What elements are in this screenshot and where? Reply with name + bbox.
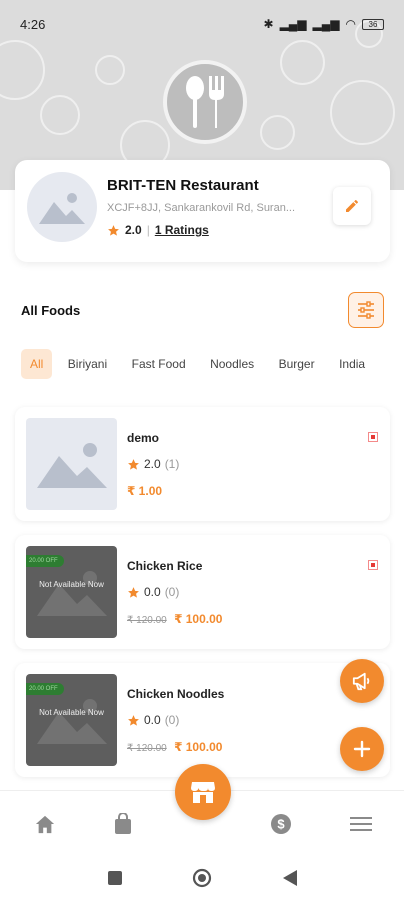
restaurant-card: BRIT-TEN Restaurant XCJF+8JJ, Sankaranko… (15, 160, 390, 262)
bag-icon (115, 813, 131, 834)
megaphone-icon (352, 672, 370, 691)
food-card[interactable]: demo 2.0 (1) ₹ 1.00 (15, 407, 390, 521)
wifi-icon: ◠ (345, 17, 356, 31)
star-icon (128, 586, 139, 598)
discount-badge: 20.00 OFF (26, 555, 64, 567)
battery-icon: 36 (362, 18, 384, 30)
availability-label: Not Available Now (39, 708, 104, 717)
discount-badge: 20.00 OFF (26, 683, 64, 695)
food-image-unavailable: 20.00 OFF Not Available Now (26, 546, 117, 638)
food-rating-value: 0.0 (144, 713, 161, 727)
rating-value: 2.0 (125, 223, 142, 237)
pencil-icon (346, 200, 358, 212)
plus-icon (353, 740, 371, 758)
food-name: demo (127, 431, 160, 445)
status-time: 4:26 (20, 16, 46, 32)
category-tab-noodles[interactable]: Noodles (201, 349, 263, 379)
price-value: ₹ 100.00 (174, 740, 223, 754)
nav-store-button[interactable] (175, 764, 231, 820)
image-placeholder-icon (39, 193, 85, 224)
restaurant-name: BRIT-TEN Restaurant (107, 177, 259, 194)
food-card[interactable]: 20.00 OFF Not Available Now Chicken Nood… (15, 663, 390, 777)
price-value: ₹ 1.00 (127, 484, 163, 498)
nav-wallet[interactable]: $ (268, 811, 294, 837)
food-rating: 0.0 (0) (127, 713, 179, 727)
food-rating-count: (1) (164, 457, 180, 471)
filter-button[interactable] (348, 292, 384, 328)
spoon-fork-icon (186, 76, 224, 128)
food-price: ₹ 120.00 ₹ 100.00 (127, 740, 222, 754)
edit-restaurant-button[interactable] (333, 187, 371, 225)
system-navigation-bar (0, 855, 404, 900)
category-tab-burger[interactable]: Burger (270, 349, 324, 379)
home-button[interactable] (191, 867, 213, 889)
category-tabs: All Biriyani Fast Food Noodles Burger In… (21, 349, 404, 379)
nav-menu[interactable] (348, 811, 374, 837)
food-card[interactable]: 20.00 OFF Not Available Now Chicken Rice… (15, 535, 390, 649)
nav-orders[interactable] (110, 811, 136, 837)
food-rating: 0.0 (0) (127, 585, 179, 599)
square-icon (108, 871, 122, 885)
home-icon (35, 815, 55, 834)
food-price: ₹ 120.00 ₹ 100.00 (127, 612, 222, 626)
image-placeholder-icon (36, 571, 107, 616)
signal-icon: ▂▄▆ (312, 17, 340, 31)
ratings-count-link[interactable]: 1 Ratings (155, 223, 209, 237)
restaurant-image-placeholder (27, 172, 97, 242)
food-price: ₹ 1.00 (127, 484, 162, 498)
bluetooth-icon: ✱ (263, 17, 274, 31)
category-tab-india[interactable]: India (330, 349, 374, 379)
sliders-icon (358, 301, 374, 319)
category-tab-fast-food[interactable]: Fast Food (123, 349, 195, 379)
price-value: ₹ 100.00 (174, 612, 223, 626)
star-icon (128, 458, 139, 470)
signal-icon: ▂▄▆ (279, 17, 307, 31)
category-tab-all[interactable]: All (21, 349, 53, 379)
non-veg-mark-icon (368, 560, 378, 570)
food-image-unavailable: 20.00 OFF Not Available Now (26, 674, 117, 766)
status-bar: 4:26 ✱ ▂▄▆ ▂▄▆ ◠ 36 (0, 0, 404, 48)
dollar-icon: $ (271, 814, 291, 834)
restaurant-rating: 2.0 | 1 Ratings (107, 223, 209, 237)
restaurant-address: XCJF+8JJ, Sankarankovil Rd, Suran... (107, 202, 295, 214)
food-image-placeholder (26, 418, 117, 510)
star-icon (108, 224, 119, 236)
food-rating-value: 0.0 (144, 585, 161, 599)
store-icon (191, 782, 215, 803)
food-rating-count: (0) (164, 713, 180, 727)
nav-home[interactable] (32, 811, 58, 837)
circle-icon (192, 868, 212, 888)
back-button[interactable] (279, 867, 301, 889)
menu-icon (350, 817, 372, 831)
image-placeholder-icon (36, 699, 107, 744)
image-placeholder-icon (36, 443, 107, 488)
star-icon (128, 714, 139, 726)
food-rating: 2.0 (1) (127, 457, 179, 471)
restaurant-logo (163, 60, 247, 144)
recent-apps-button[interactable] (104, 867, 126, 889)
food-name: Chicken Rice (127, 559, 203, 573)
food-name: Chicken Noodles (127, 687, 225, 701)
old-price: ₹ 120.00 (127, 615, 167, 626)
add-food-button[interactable] (340, 727, 384, 771)
rating-divider: | (146, 223, 150, 237)
old-price: ₹ 120.00 (127, 743, 167, 754)
status-icons: ✱ ▂▄▆ ▂▄▆ ◠ 36 (264, 17, 384, 31)
promotion-button[interactable] (340, 659, 384, 703)
food-rating-count: (0) (164, 585, 180, 599)
category-tab-biriyani[interactable]: Biriyani (59, 349, 116, 379)
availability-label: Not Available Now (39, 580, 104, 589)
back-triangle-icon (283, 870, 297, 886)
non-veg-mark-icon (368, 432, 378, 442)
svg-text:$: $ (277, 817, 285, 832)
food-rating-value: 2.0 (144, 457, 161, 471)
all-foods-heading: All Foods (21, 303, 81, 318)
